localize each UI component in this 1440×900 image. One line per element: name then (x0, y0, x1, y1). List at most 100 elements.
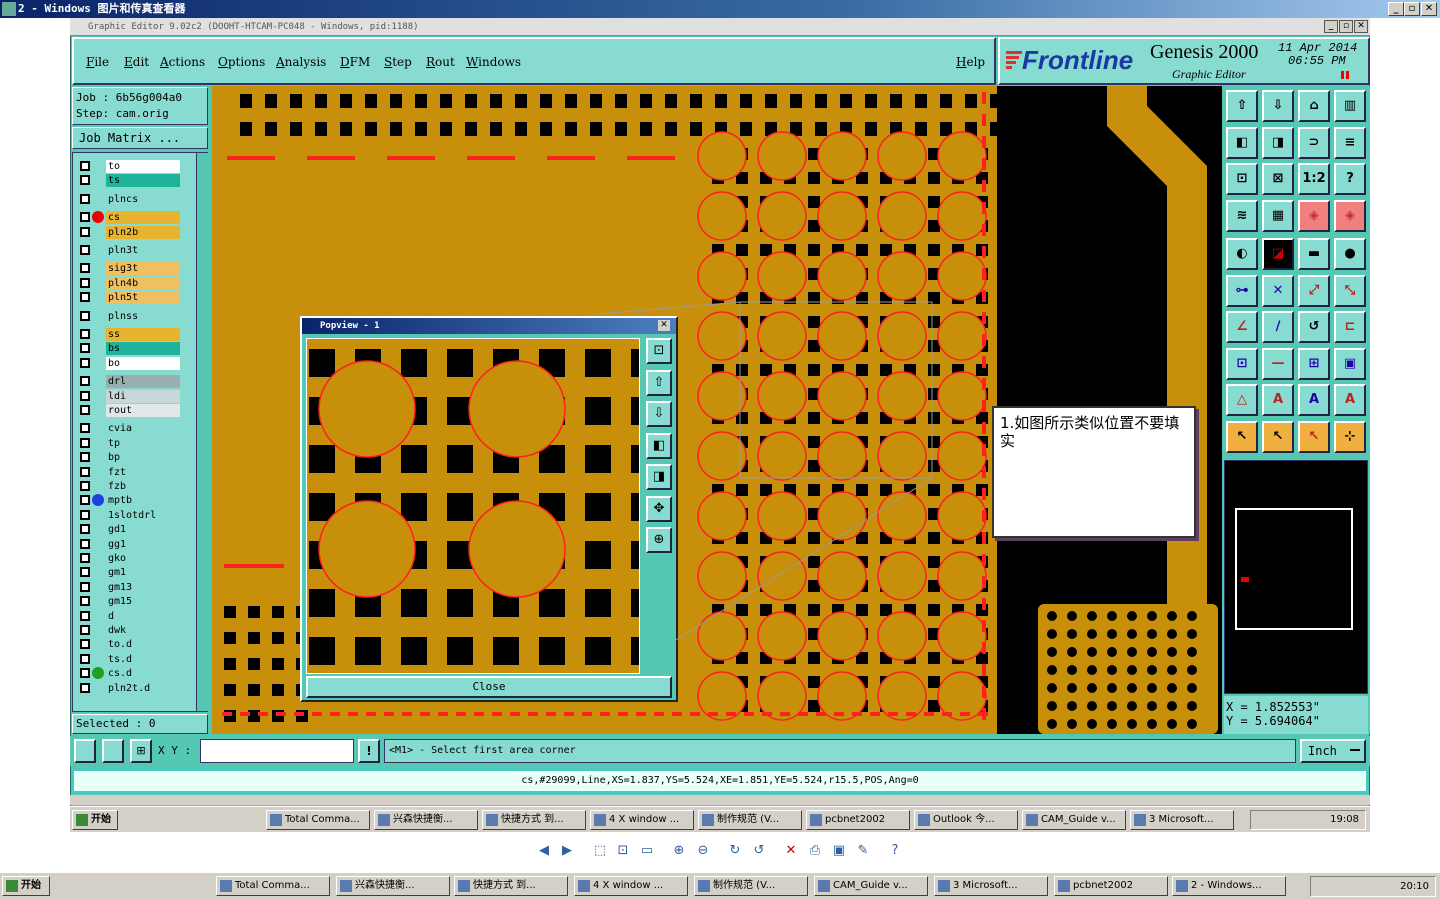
grid-icon[interactable]: ⊞ (130, 739, 152, 763)
task-button[interactable]: 3 Microsoft... (1130, 810, 1234, 830)
viewer-minimize-button[interactable]: _ (1388, 2, 1404, 16)
query-icon[interactable]: ? (1334, 163, 1366, 195)
layer-row-ts-d[interactable]: ts.d (76, 652, 182, 666)
layer-scrollbar[interactable] (196, 153, 208, 711)
layer-checkbox[interactable] (80, 310, 90, 321)
snap-icon[interactable] (74, 739, 96, 763)
layer-checkbox[interactable] (80, 495, 90, 506)
stretch-icon[interactable]: ⤢ (1298, 274, 1330, 307)
pointer-icon[interactable]: ↖ (1226, 420, 1258, 453)
layer-checkbox[interactable] (80, 567, 90, 578)
rotate-counterclockwise-icon[interactable]: ↺ (750, 842, 768, 860)
layer-checkbox[interactable] (80, 553, 90, 563)
text-fill-icon[interactable]: A (1334, 384, 1366, 416)
menu-windows[interactable]: Windows (466, 55, 521, 69)
pointer-edit-icon[interactable]: ↖ (1298, 420, 1330, 453)
task-button[interactable]: 制作规范 (V... (698, 810, 802, 830)
menu-help[interactable]: Help (956, 55, 985, 69)
grid-icon[interactable]: ▦ (1262, 199, 1294, 232)
dash-icon[interactable]: — (1262, 347, 1294, 380)
layer-row-pln2b[interactable]: pln2b (76, 225, 182, 239)
layer-checkbox[interactable] (80, 524, 90, 535)
layer-checkbox[interactable] (80, 390, 90, 401)
shape-icon[interactable]: ▣ (1334, 347, 1366, 380)
layer-row-fzb[interactable]: fzb (76, 480, 182, 493)
layer-row-pln2t-d[interactable]: pln2t.d (76, 681, 182, 695)
layer-checkbox[interactable] (80, 437, 90, 448)
best-fit-icon[interactable]: ⬚ (591, 842, 609, 860)
layer-checkbox[interactable] (80, 405, 90, 415)
popview-close-button[interactable]: Close (306, 676, 672, 698)
mirror-icon[interactable]: ⊃ (1298, 126, 1330, 159)
line-icon[interactable]: ∕ (1262, 311, 1294, 343)
layer-row-gd1[interactable]: gd1 (76, 523, 182, 537)
pad-icon[interactable]: ● (1334, 238, 1366, 270)
layer-checkbox[interactable] (80, 161, 90, 171)
layer-checkbox[interactable] (80, 376, 90, 387)
layer-row-plnss[interactable]: plnss (76, 309, 182, 323)
layer-row-cs-d[interactable]: cs.d (76, 667, 182, 681)
previous-image-icon[interactable]: ◀ (535, 842, 553, 860)
layer-checkbox[interactable] (80, 329, 90, 339)
popview-canvas[interactable] (306, 338, 640, 674)
snap-on-icon[interactable]: ◐ (1226, 238, 1258, 270)
layer-checkbox[interactable] (80, 245, 90, 255)
layer-checkbox[interactable] (80, 682, 90, 693)
layer-checkbox[interactable] (80, 639, 90, 650)
layer-edit-icon[interactable]: ◈ (1298, 199, 1330, 232)
layer-checkbox[interactable] (80, 212, 90, 223)
layer-row-ss[interactable]: ss (76, 328, 182, 341)
connect-icon[interactable]: ⊶ (1226, 274, 1258, 307)
task-button[interactable]: Outlook 今... (914, 810, 1018, 830)
task-button[interactable]: CAM_Guide v... (814, 876, 928, 896)
layer-checkbox[interactable] (80, 226, 90, 237)
units-selector[interactable]: Inch (1300, 739, 1366, 763)
layer-row-sig3t[interactable]: sig3t (76, 262, 182, 276)
pan-left-icon[interactable]: ◧ (1226, 126, 1258, 159)
layer-checkbox[interactable] (80, 423, 90, 434)
layer-row-bs[interactable]: bs (76, 342, 182, 356)
popview-move-up-icon[interactable]: ⇧ (646, 369, 672, 396)
layer-row-pln4b[interactable]: pln4b (76, 276, 182, 290)
popview-move-down-icon[interactable]: ⇩ (646, 401, 672, 427)
layer-checkbox[interactable] (80, 175, 90, 186)
zoom-out-icon[interactable]: ⊖ (694, 842, 712, 860)
menu-step[interactable]: Step (384, 55, 412, 69)
layer-row-fzt[interactable]: fzt (76, 465, 182, 479)
help-icon[interactable]: ? (886, 842, 904, 860)
menu-actions[interactable]: Actions (160, 55, 205, 69)
rotate-clockwise-icon[interactable]: ↻ (726, 842, 744, 860)
task-button[interactable]: Total Comma... (216, 876, 330, 896)
print-icon[interactable]: ⎙ (806, 842, 824, 860)
layer-row-gm15[interactable]: gm15 (76, 595, 182, 609)
layer-row-to-d[interactable]: to.d (76, 638, 182, 652)
pointer-select-icon[interactable]: ↖ (1262, 420, 1294, 453)
layer-row-gm13[interactable]: gm13 (76, 580, 182, 594)
overview-map[interactable] (1224, 460, 1368, 694)
task-button[interactable]: 快捷方式 到... (482, 810, 586, 830)
layer-row-1slotdrl[interactable]: 1slotdrl (76, 508, 182, 522)
layer-checkbox[interactable] (80, 263, 90, 274)
popview-pan-icon[interactable]: ⊕ (646, 527, 672, 553)
ruler-icon[interactable]: ▬ (1298, 238, 1330, 270)
move-down-icon[interactable]: ⇩ (1262, 90, 1294, 122)
layer-row-to[interactable]: to (76, 160, 182, 173)
move-up-icon[interactable]: ⇧ (1226, 90, 1258, 122)
layer-row-tp[interactable]: tp (76, 436, 182, 450)
menu-rout[interactable]: Rout (426, 55, 455, 69)
layer-row-ldi[interactable]: ldi (76, 389, 182, 403)
task-button[interactable]: 3 Microsoft... (934, 876, 1048, 896)
edit-icon[interactable]: ✎ (854, 842, 872, 860)
layer-checkbox[interactable] (80, 581, 90, 592)
menu-file[interactable]: File (86, 55, 109, 69)
layer-checkbox[interactable] (80, 653, 90, 664)
bracket-icon[interactable]: ⊡ (1226, 347, 1258, 380)
layer-checkbox[interactable] (80, 538, 90, 549)
genesis-maximize-button[interactable]: ▫ (1339, 20, 1353, 33)
task-button[interactable]: 制作规范 (V... (694, 876, 808, 896)
layer-checkbox[interactable] (80, 668, 90, 679)
layer-checkbox[interactable] (80, 625, 90, 635)
next-image-icon[interactable]: ▶ (558, 842, 576, 860)
layer-row-cvia[interactable]: cvia (76, 422, 182, 436)
text-outline-icon[interactable]: A (1298, 384, 1330, 416)
